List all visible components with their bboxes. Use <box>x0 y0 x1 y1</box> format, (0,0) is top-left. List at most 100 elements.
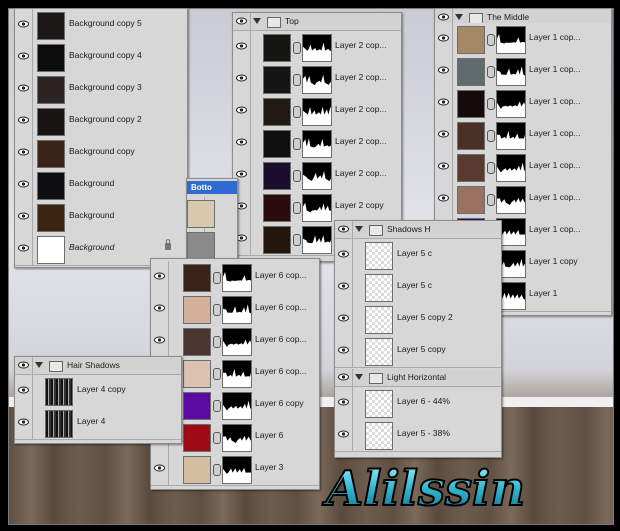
visibility-toggle[interactable] <box>335 419 353 451</box>
layer-row[interactable]: Layer 1 cop... <box>435 151 611 184</box>
visibility-toggle[interactable] <box>233 63 251 95</box>
visibility-toggle[interactable] <box>15 137 33 169</box>
link-icon[interactable] <box>487 98 495 110</box>
layer-row[interactable]: Background copy 4 <box>15 41 187 74</box>
visibility-toggle[interactable] <box>15 357 33 374</box>
link-icon[interactable] <box>487 194 495 206</box>
visibility-toggle[interactable] <box>335 335 353 367</box>
visibility-toggle[interactable] <box>233 31 251 63</box>
collapse-triangle-icon[interactable] <box>35 362 43 368</box>
visibility-toggle[interactable] <box>15 233 33 265</box>
link-icon[interactable] <box>293 170 301 182</box>
layer-row[interactable]: Layer 4 copy <box>15 375 181 408</box>
link-icon[interactable] <box>293 202 301 214</box>
layer-row[interactable]: Layer 6 cop... <box>151 261 319 294</box>
visibility-toggle[interactable] <box>435 87 453 119</box>
link-icon[interactable] <box>487 34 495 46</box>
visibility-toggle[interactable] <box>233 127 251 159</box>
visibility-toggle[interactable] <box>151 453 169 485</box>
visibility-toggle[interactable] <box>335 239 353 271</box>
layer-group-header[interactable]: Light Horizontal <box>335 369 501 387</box>
layer-name: Background copy 2 <box>69 114 142 124</box>
link-icon[interactable] <box>213 432 221 444</box>
link-icon[interactable] <box>293 138 301 150</box>
layer-row[interactable]: Layer 1 cop... <box>435 87 611 120</box>
bottom-group-tab[interactable]: Botto <box>187 181 237 194</box>
layer-row[interactable]: Layer 3 <box>151 453 319 486</box>
visibility-toggle[interactable] <box>15 407 33 439</box>
layer-row[interactable]: Background copy <box>15 137 187 170</box>
visibility-toggle[interactable] <box>15 9 33 41</box>
visibility-toggle[interactable] <box>435 183 453 215</box>
layer-row[interactable]: Background copy 5 <box>15 9 187 42</box>
visibility-toggle[interactable] <box>15 73 33 105</box>
visibility-toggle[interactable] <box>435 55 453 87</box>
layer-row[interactable]: Layer 5 - 38% <box>335 419 501 452</box>
visibility-toggle[interactable] <box>233 13 251 30</box>
visibility-toggle[interactable] <box>435 151 453 183</box>
visibility-toggle[interactable] <box>151 325 169 357</box>
layer-group-header[interactable]: Top <box>233 13 401 31</box>
link-icon[interactable] <box>487 130 495 142</box>
visibility-toggle[interactable] <box>15 375 33 407</box>
collapse-triangle-icon[interactable] <box>253 18 261 24</box>
link-icon[interactable] <box>293 234 301 246</box>
link-icon[interactable] <box>213 400 221 412</box>
link-icon[interactable] <box>293 42 301 54</box>
visibility-toggle[interactable] <box>233 95 251 127</box>
layer-row[interactable]: Layer 6 - 44% <box>335 387 501 420</box>
layer-row[interactable]: Background copy 2 <box>15 105 187 138</box>
layer-row[interactable]: Layer 2 cop... <box>233 95 401 128</box>
visibility-toggle[interactable] <box>435 23 453 55</box>
visibility-toggle[interactable] <box>15 201 33 233</box>
layer-row[interactable]: Layer 6 cop... <box>151 325 319 358</box>
visibility-toggle[interactable] <box>151 293 169 325</box>
link-icon[interactable] <box>487 162 495 174</box>
visibility-toggle[interactable] <box>335 303 353 335</box>
visibility-toggle[interactable] <box>435 119 453 151</box>
link-icon[interactable] <box>213 336 221 348</box>
layer-row[interactable]: Layer 2 cop... <box>233 159 401 192</box>
link-icon[interactable] <box>213 368 221 380</box>
layer-name: Layer 1 cop... <box>529 96 581 106</box>
collapse-triangle-icon[interactable] <box>355 374 363 380</box>
folder-icon <box>267 17 281 28</box>
layer-group-header[interactable]: Hair Shadows <box>15 357 181 375</box>
visibility-toggle[interactable] <box>15 169 33 201</box>
layer-row[interactable]: Background copy 3 <box>15 73 187 106</box>
visibility-toggle[interactable] <box>335 369 353 386</box>
visibility-toggle[interactable] <box>335 271 353 303</box>
visibility-toggle[interactable] <box>15 105 33 137</box>
layer-group-header[interactable]: Shadows H <box>335 221 501 239</box>
collapse-triangle-icon[interactable] <box>355 226 363 232</box>
layer-row[interactable] <box>187 197 237 230</box>
visibility-toggle[interactable] <box>335 387 353 419</box>
link-icon[interactable] <box>213 464 221 476</box>
layer-row[interactable]: Layer 2 cop... <box>233 127 401 160</box>
layer-row[interactable]: Layer 6 cop... <box>151 293 319 326</box>
link-icon[interactable] <box>213 272 221 284</box>
layer-thumbnail <box>457 122 485 150</box>
collapse-triangle-icon[interactable] <box>455 14 463 20</box>
layer-row[interactable]: Layer 5 copy <box>335 335 501 368</box>
layer-row[interactable]: Layer 5 c <box>335 271 501 304</box>
layer-row[interactable]: Layer 4 <box>15 407 181 440</box>
link-icon[interactable] <box>487 66 495 78</box>
layer-row[interactable]: Layer 5 copy 2 <box>335 303 501 336</box>
visibility-toggle[interactable] <box>151 261 169 293</box>
link-icon[interactable] <box>293 74 301 86</box>
layer-row[interactable]: Layer 2 cop... <box>233 31 401 64</box>
layer-row[interactable]: Layer 1 cop... <box>435 119 611 152</box>
layer-row[interactable]: Layer 1 cop... <box>435 55 611 88</box>
layer-row[interactable]: Layer 1 cop... <box>435 23 611 56</box>
link-icon[interactable] <box>213 304 221 316</box>
visibility-toggle[interactable] <box>15 41 33 73</box>
layer-row[interactable]: Background <box>15 169 187 202</box>
link-icon[interactable] <box>293 106 301 118</box>
layer-row[interactable]: Background <box>15 201 187 234</box>
visibility-toggle[interactable] <box>335 221 353 238</box>
layer-name: Layer 5 copy <box>397 344 446 354</box>
layer-row[interactable]: Layer 2 cop... <box>233 63 401 96</box>
layer-row[interactable]: Layer 1 cop... <box>435 183 611 216</box>
layer-row[interactable]: Layer 5 c <box>335 239 501 272</box>
